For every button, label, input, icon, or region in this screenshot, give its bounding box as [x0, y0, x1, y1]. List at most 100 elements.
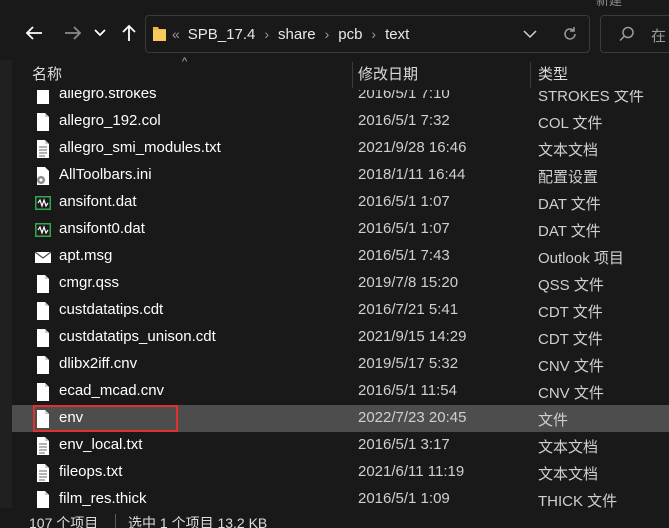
file-row[interactable]: dlibx2iff.cnv 2019/5/17 5:32 CNV 文件 [12, 351, 669, 378]
file-row[interactable]: env 2022/7/23 20:45 文件 [12, 405, 669, 432]
file-date: 2016/5/1 1:09 [358, 490, 450, 507]
file-type: 文本文档 [538, 439, 599, 456]
file-icon [34, 355, 52, 375]
file-date: 2021/9/28 16:46 [358, 139, 467, 156]
breadcrumb-separator[interactable]: › [371, 26, 376, 42]
file-row[interactable]: ansifont.dat 2016/5/1 1:07 DAT 文件 [12, 189, 669, 216]
file-icon [34, 274, 52, 294]
text-file-icon [34, 463, 52, 483]
file-row[interactable]: cmgr.qss 2019/7/8 15:20 QSS 文件 [12, 270, 669, 297]
file-name: ecad_mcad.cnv [59, 382, 165, 399]
column-divider[interactable] [530, 62, 531, 88]
file-date: 2019/5/17 5:32 [358, 355, 459, 372]
file-name: ansifont0.dat [59, 220, 145, 237]
address-dropdown-chevron-icon[interactable] [522, 26, 538, 42]
file-row[interactable]: custdatatips_unison.cdt 2021/9/15 14:29 CD… [12, 324, 669, 351]
file-name: allegro_smi_modules.txt [59, 139, 221, 156]
file-icon [34, 382, 52, 402]
status-bar: 107 个项目 选中 1 个项目 13.2 KB [0, 508, 669, 528]
file-name: allegro.strokes [59, 90, 157, 102]
file-row[interactable]: film_res.thick 2016/5/1 1:09 THICK 文件 [12, 486, 669, 508]
breadcrumb-overflow[interactable]: « [172, 26, 180, 42]
file-date: 2016/5/1 11:54 [358, 382, 457, 399]
file-type: THICK 文件 [538, 493, 618, 508]
file-date: 2022/7/23 20:45 [358, 409, 467, 426]
file-row[interactable]: custdatatips.cdt 2016/7/21 5:41 CDT 文件 [12, 297, 669, 324]
address-bar[interactable]: « SPB_17.4 › share › pcb › text [145, 15, 590, 53]
column-divider[interactable] [352, 62, 353, 88]
settings-file-icon [34, 166, 52, 186]
column-header-type[interactable]: 类型 [538, 60, 568, 90]
breadcrumb-item[interactable]: text [385, 26, 409, 43]
selection-info: 选中 1 个项目 13.2 KB [128, 515, 268, 528]
file-date: 2019/7/8 15:20 [358, 274, 459, 291]
file-type: CNV 文件 [538, 385, 604, 402]
file-name: AllToolbars.ini [59, 166, 152, 183]
file-row[interactable]: fileops.txt 2021/6/11 11:19 文本文档 [12, 459, 669, 486]
file-date: 2016/7/21 5:41 [358, 301, 459, 318]
file-icon [34, 301, 52, 321]
file-type: COL 文件 [538, 115, 603, 132]
file-name: fileops.txt [59, 463, 123, 480]
file-row[interactable]: env_local.txt 2016/5/1 3:17 文本文档 [12, 432, 669, 459]
highlight-box [33, 405, 178, 432]
refresh-icon[interactable] [562, 26, 578, 42]
file-type: STROKES 文件 [538, 90, 644, 105]
file-row[interactable]: allegro_smi_modules.txt 2021/9/28 16:46 文本… [12, 135, 669, 162]
file-type: 文本文档 [538, 142, 599, 159]
file-type: DAT 文件 [538, 223, 601, 240]
navigation-pane-edge[interactable] [0, 60, 12, 528]
back-arrow-icon[interactable] [21, 20, 47, 46]
file-date: 2018/1/11 16:44 [358, 166, 466, 183]
file-name: dlibx2iff.cnv [59, 355, 138, 372]
file-row[interactable]: AllToolbars.ini 2018/1/11 16:44 配置设置 [12, 162, 669, 189]
file-date: 2021/6/11 11:19 [358, 463, 465, 480]
search-placeholder: 在 [651, 28, 667, 45]
breadcrumb-item[interactable]: share [278, 26, 316, 43]
file-type: Outlook 项目 [538, 250, 624, 267]
file-name: custdatatips_unison.cdt [59, 328, 216, 345]
file-type: 文本文档 [538, 466, 599, 483]
file-row[interactable]: ansifont0.dat 2016/5/1 1:07 DAT 文件 [12, 216, 669, 243]
breadcrumb-item[interactable]: pcb [338, 26, 362, 43]
breadcrumb-separator[interactable]: › [325, 26, 330, 42]
breadcrumb-separator[interactable]: › [264, 26, 269, 42]
file-list: allegro.strokes 2016/5/1 7:10 STROKES 文件 al… [12, 90, 669, 508]
file-name: cmgr.qss [59, 274, 120, 291]
file-icon [34, 90, 52, 105]
text-file-icon [34, 139, 52, 159]
file-row[interactable]: allegro.strokes 2016/5/1 7:10 STROKES 文件 [12, 90, 669, 108]
dat-file-icon [34, 220, 52, 240]
file-icon [34, 328, 52, 348]
up-arrow-icon[interactable] [116, 20, 142, 46]
file-date: 2016/5/1 3:17 [358, 436, 450, 453]
file-date: 2016/5/1 7:10 [358, 90, 450, 102]
file-row[interactable]: ecad_mcad.cnv 2016/5/1 11:54 CNV 文件 [12, 378, 669, 405]
breadcrumb-item[interactable]: SPB_17.4 [188, 26, 256, 43]
item-count: 107 个项目 [29, 515, 99, 528]
file-type: QSS 文件 [538, 277, 604, 294]
file-name: apt.msg [59, 247, 113, 264]
column-header: ^ 名称 修改日期 类型 [12, 56, 669, 90]
column-header-date[interactable]: 修改日期 [358, 60, 418, 90]
file-type: CNV 文件 [538, 358, 604, 375]
file-type: DAT 文件 [538, 196, 601, 213]
file-date: 2016/5/1 1:07 [358, 220, 450, 237]
file-date: 2016/5/1 1:07 [358, 193, 450, 210]
status-divider [115, 514, 116, 528]
column-header-name[interactable]: 名称 [32, 60, 62, 90]
file-name: ansifont.dat [59, 193, 137, 210]
file-name: allegro_192.col [59, 112, 161, 129]
navigation-bar: « SPB_17.4 › share › pcb › text 在 [0, 6, 669, 60]
text-file-icon [34, 436, 52, 456]
envelope-icon [34, 247, 52, 267]
folder-icon [153, 27, 166, 41]
search-icon [619, 26, 634, 42]
breadcrumb: « SPB_17.4 › share › pcb › text [172, 16, 409, 52]
search-box[interactable]: 在 [600, 15, 669, 53]
forward-arrow-icon[interactable] [60, 20, 86, 46]
recent-locations-chevron-icon[interactable] [91, 20, 109, 46]
file-row[interactable]: allegro_192.col 2016/5/1 7:32 COL 文件 [12, 108, 669, 135]
file-row[interactable]: apt.msg 2016/5/1 7:43 Outlook 项目 [12, 243, 669, 270]
file-date: 2016/5/1 7:32 [358, 112, 450, 129]
